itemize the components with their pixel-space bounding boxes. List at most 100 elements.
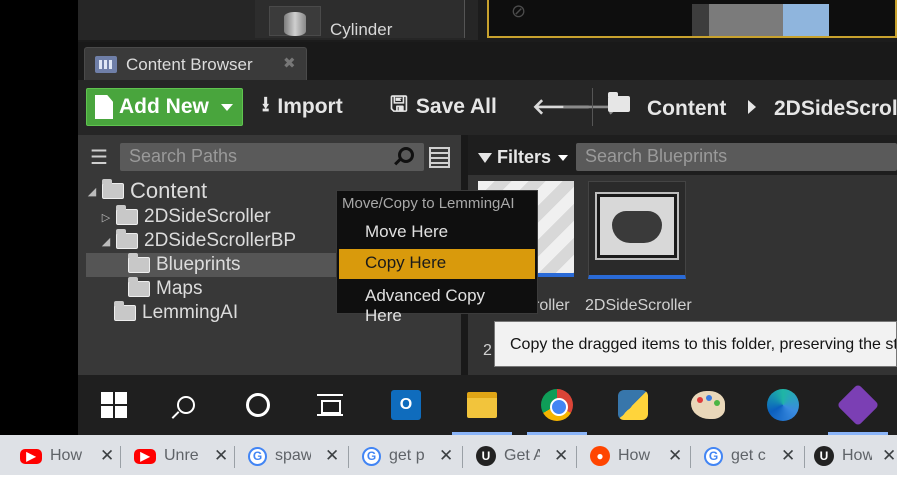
- close-icon[interactable]: ✕: [214, 446, 228, 466]
- folder-icon: [128, 277, 150, 297]
- close-icon[interactable]: ✕: [100, 446, 114, 466]
- tooltip: Copy the dragged items to this folder, p…: [494, 321, 897, 367]
- tab-divider: [462, 446, 463, 468]
- chrome-icon[interactable]: [527, 375, 587, 435]
- tab-divider: [804, 446, 805, 468]
- search-paths-input[interactable]: Search Paths: [120, 143, 424, 171]
- close-icon[interactable]: ✕: [781, 446, 795, 466]
- browser-tab[interactable]: G get p ✕: [362, 440, 453, 472]
- tree-item-label: Content: [130, 178, 208, 203]
- breadcrumb-content[interactable]: Content: [647, 97, 726, 121]
- unreal-icon: U: [476, 446, 496, 466]
- menu-item-move-here[interactable]: Move Here: [339, 218, 535, 248]
- cortana-icon[interactable]: [228, 375, 288, 435]
- browser-toolbar-area: [0, 475, 897, 497]
- expanded-arrow-icon[interactable]: ◢: [86, 185, 98, 198]
- cylinder-icon: [284, 12, 306, 36]
- asset-label: 2DSideScroller: [585, 297, 692, 314]
- filters-label: Filters: [497, 147, 552, 167]
- browser-tab-label: How: [618, 447, 651, 464]
- windows-start-icon[interactable]: [84, 375, 144, 435]
- breadcrumb-chevron-icon[interactable]: [748, 100, 756, 114]
- edge-icon[interactable]: [753, 375, 813, 435]
- gamepad-icon: [612, 211, 662, 243]
- paint-icon[interactable]: [678, 375, 738, 435]
- import-button[interactable]: ⭳ Import: [262, 88, 343, 126]
- tree-item-label: 2DSideScroller: [144, 206, 271, 227]
- folder-icon: [608, 92, 630, 112]
- browser-tab-label: Unre: [164, 447, 199, 464]
- tree-item-label: LemmingAI: [142, 302, 239, 323]
- folder-icon: [102, 179, 124, 199]
- save-all-button[interactable]: 🖫 Save All: [390, 88, 497, 126]
- add-new-button[interactable]: Add New: [86, 88, 243, 126]
- asset-label-obscured: 2: [483, 342, 492, 359]
- collapsed-arrow-icon[interactable]: ▷: [100, 211, 112, 224]
- close-icon[interactable]: ✕: [882, 446, 896, 466]
- folder-icon: [116, 229, 138, 249]
- gitkraken-icon[interactable]: [828, 375, 888, 435]
- close-icon[interactable]: ✖: [283, 54, 296, 72]
- viewport-geometry: [783, 4, 829, 36]
- google-icon: G: [362, 446, 381, 466]
- file-explorer-icon[interactable]: [452, 375, 512, 435]
- tree-item-label: Blueprints: [156, 254, 241, 275]
- new-document-icon: [95, 95, 113, 119]
- browser-tab[interactable]: G spaw ✕: [248, 440, 339, 472]
- close-icon[interactable]: ✕: [668, 446, 682, 466]
- browser-tab-label: How: [842, 447, 872, 464]
- level-viewport[interactable]: ⊘: [487, 0, 897, 38]
- import-label: Import: [277, 95, 343, 118]
- add-new-label: Add New: [119, 95, 209, 118]
- menu-item-copy-here[interactable]: Copy Here: [339, 249, 535, 279]
- browser-tab[interactable]: U How ✕: [814, 440, 896, 472]
- filters-button[interactable]: Filters: [478, 147, 569, 168]
- chevron-down-icon: [220, 103, 233, 111]
- browser-tab[interactable]: G get c ✕: [704, 440, 795, 472]
- search-icon: [398, 147, 414, 163]
- tab-divider: [690, 446, 691, 468]
- menu-item-advanced-copy-here[interactable]: Advanced Copy Here: [339, 282, 535, 325]
- tab-divider: [234, 446, 235, 468]
- browser-tab-label: How: [50, 447, 83, 464]
- tree-item-label: Maps: [156, 278, 203, 299]
- asset-tile-gamemode[interactable]: [588, 181, 686, 279]
- tab-label: Content Browser: [126, 55, 253, 74]
- task-view-icon[interactable]: [300, 375, 360, 435]
- place-actors-item-label: Cylinder: [330, 20, 393, 39]
- viewport-geometry: [709, 4, 783, 36]
- tab-divider: [576, 446, 577, 468]
- viewport-geometry: [692, 4, 709, 36]
- browser-tab[interactable]: ▶ How ✕: [20, 440, 114, 472]
- toolbar-divider: [592, 88, 593, 126]
- expanded-arrow-icon[interactable]: ◢: [100, 235, 112, 248]
- filter-icon: [478, 152, 492, 163]
- tab-content-browser[interactable]: Content Browser ✖: [84, 47, 307, 80]
- reddit-icon: ●: [590, 446, 610, 466]
- python-icon[interactable]: [603, 375, 663, 435]
- move-copy-context-menu: Move/Copy to LemmingAI Move Here Copy He…: [336, 190, 538, 325]
- browser-tab-label: get p: [389, 447, 425, 464]
- close-icon[interactable]: ✕: [554, 446, 568, 466]
- youtube-icon: ▶: [20, 448, 42, 464]
- folder-icon: [114, 301, 136, 321]
- path-tree-toggle-icon[interactable]: ☰: [90, 145, 108, 170]
- browser-tab[interactable]: ▶ Unre ✕: [134, 440, 228, 472]
- google-icon: G: [248, 446, 267, 466]
- youtube-icon: ▶: [134, 448, 156, 464]
- outlook-icon[interactable]: O: [376, 375, 436, 435]
- view-options-icon[interactable]: [429, 147, 450, 168]
- browser-tab[interactable]: U Get A ✕: [476, 440, 568, 472]
- close-icon[interactable]: ✕: [325, 446, 339, 466]
- search-blueprints-input[interactable]: Search Blueprints: [576, 143, 897, 171]
- close-icon[interactable]: ✕: [439, 446, 453, 466]
- search-icon[interactable]: [156, 375, 216, 435]
- breadcrumb-2dsidescroller[interactable]: 2DSideScrol: [774, 97, 897, 121]
- folder-icon: [128, 253, 150, 273]
- browser-tab[interactable]: ● How ✕: [590, 440, 682, 472]
- windows-taskbar: O: [78, 375, 897, 435]
- menu-title: Move/Copy to LemmingAI: [342, 195, 515, 212]
- import-icon: ⭳: [262, 92, 270, 116]
- save-all-label: Save All: [415, 95, 497, 118]
- save-icon: 🖫: [390, 92, 408, 116]
